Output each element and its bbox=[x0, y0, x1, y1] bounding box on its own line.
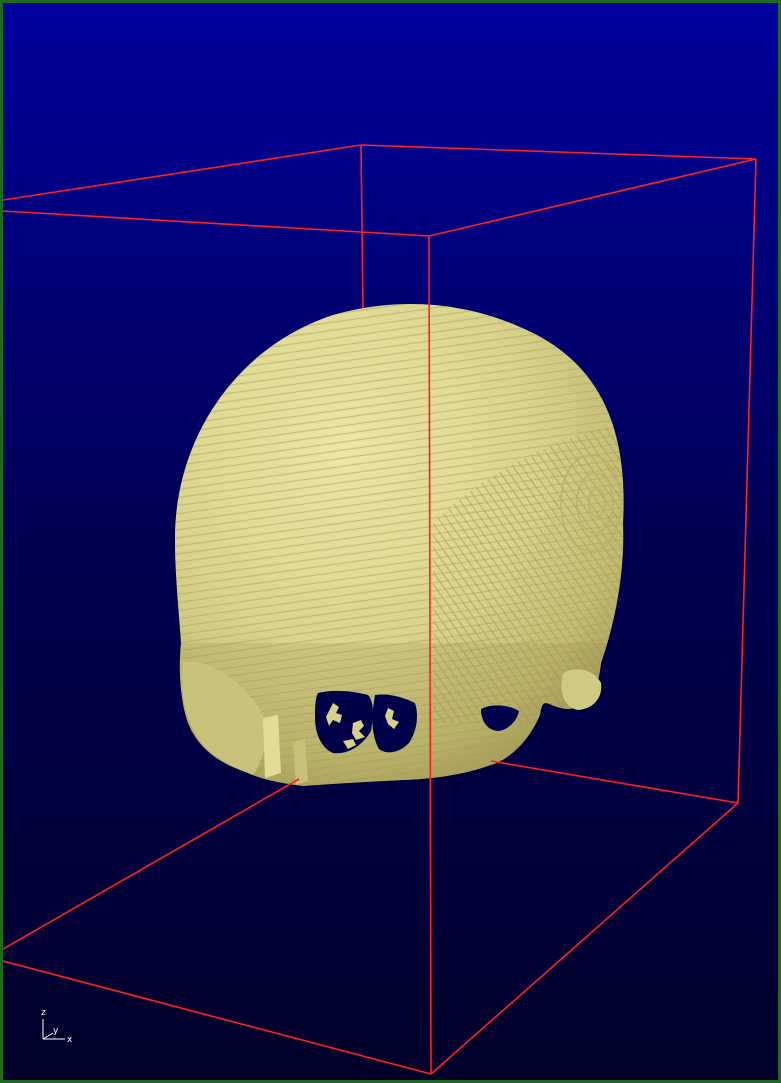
skull-surface[interactable] bbox=[163, 293, 643, 803]
axis-x-label: x bbox=[67, 1035, 73, 1045]
render-scene[interactable]: z y x bbox=[3, 3, 778, 1080]
axis-y-label: y bbox=[53, 1026, 59, 1036]
3d-viewport[interactable]: z y x bbox=[0, 0, 781, 1083]
orientation-axes: z y x bbox=[41, 1008, 73, 1045]
bounding-box-back bbox=[3, 144, 757, 311]
axis-z-label: z bbox=[41, 1008, 46, 1018]
